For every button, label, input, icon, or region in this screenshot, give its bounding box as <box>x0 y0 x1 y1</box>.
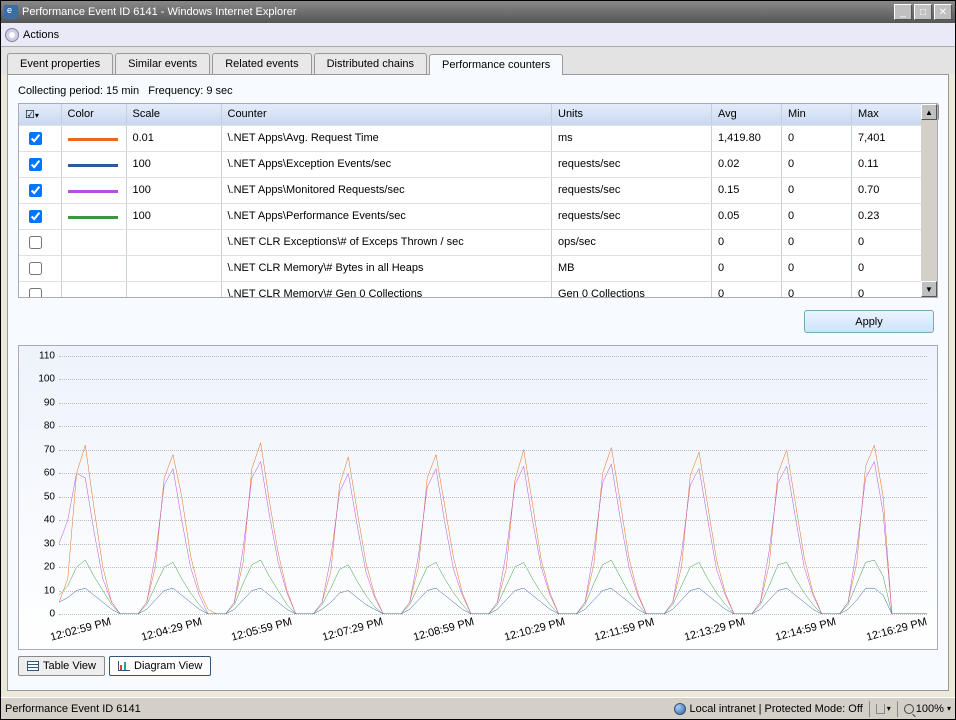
ie-icon <box>4 5 18 19</box>
col-min[interactable]: Min <box>782 104 852 125</box>
table-row[interactable]: 0.01\.NET Apps\Avg. Request Timems1,419.… <box>19 125 937 151</box>
col-scale[interactable]: Scale <box>126 104 221 125</box>
diagram-view-button[interactable]: Diagram View <box>109 656 211 676</box>
table-row[interactable]: \.NET CLR Memory\# Gen 0 CollectionsGen … <box>19 281 937 298</box>
actions-label[interactable]: Actions <box>23 29 59 41</box>
table-row[interactable]: 100\.NET Apps\Exception Events/secreques… <box>19 151 937 177</box>
col-counter[interactable]: Counter <box>221 104 552 125</box>
row-checkbox[interactable] <box>29 236 42 249</box>
close-button[interactable]: ✕ <box>934 4 952 20</box>
lock-icon[interactable] <box>876 704 885 714</box>
table-row[interactable]: 100\.NET Apps\Monitored Requests/secrequ… <box>19 177 937 203</box>
table-row[interactable]: \.NET CLR Memory\# Bytes in all HeapsMB0… <box>19 255 937 281</box>
scroll-down-icon[interactable]: ▼ <box>921 281 937 297</box>
tab-similar-events[interactable]: Similar events <box>115 53 210 74</box>
tab-event-properties[interactable]: Event properties <box>7 53 113 74</box>
row-checkbox[interactable] <box>29 132 42 145</box>
row-checkbox[interactable] <box>29 158 42 171</box>
gear-icon <box>5 28 19 42</box>
color-swatch <box>68 190 118 193</box>
col-units[interactable]: Units <box>552 104 712 125</box>
color-swatch <box>68 164 118 167</box>
table-view-icon <box>27 661 39 671</box>
tab-performance-counters[interactable]: Performance counters <box>429 54 563 75</box>
chart-area: 0102030405060708090100110 12:02:59 PM12:… <box>18 345 938 650</box>
status-mode: Local intranet | Protected Mode: Off <box>690 703 863 715</box>
window-titlebar: Performance Event ID 6141 - Windows Inte… <box>1 1 955 23</box>
tab-panel: Collecting period: 15 min Frequency: 9 s… <box>7 74 949 691</box>
col-color[interactable]: Color <box>61 104 126 125</box>
table-view-button[interactable]: Table View <box>18 656 105 676</box>
status-zoom: 100% <box>916 703 944 715</box>
color-swatch <box>68 216 118 219</box>
tab-row: Event properties Similar events Related … <box>1 47 955 74</box>
zoom-drop-icon[interactable]: ▾ <box>947 704 951 713</box>
window-title: Performance Event ID 6141 - Windows Inte… <box>22 6 297 18</box>
table-row[interactable]: \.NET CLR Exceptions\# of Exceps Thrown … <box>19 229 937 255</box>
row-checkbox[interactable] <box>29 288 42 299</box>
status-left: Performance Event ID 6141 <box>5 703 141 715</box>
row-checkbox[interactable] <box>29 210 42 223</box>
zoom-icon[interactable] <box>904 704 914 714</box>
collecting-info: Collecting period: 15 min Frequency: 9 s… <box>18 85 938 97</box>
globe-icon <box>674 703 686 715</box>
table-scrollbar[interactable]: ▲ ▼ <box>921 104 937 297</box>
row-checkbox[interactable] <box>29 184 42 197</box>
minimize-button[interactable]: _ <box>894 4 912 20</box>
counter-table: ☑▾ Color Scale Counter Units Avg Min Max… <box>19 104 937 298</box>
col-avg[interactable]: Avg <box>712 104 782 125</box>
actions-toolbar: Actions <box>1 23 955 47</box>
counter-table-wrap: ☑▾ Color Scale Counter Units Avg Min Max… <box>18 103 938 298</box>
statusbar: Performance Event ID 6141 Local intranet… <box>1 697 955 719</box>
scroll-up-icon[interactable]: ▲ <box>921 104 937 120</box>
tab-distributed-chains[interactable]: Distributed chains <box>314 53 427 74</box>
apply-button[interactable]: Apply <box>804 310 934 333</box>
row-checkbox[interactable] <box>29 262 42 275</box>
col-check[interactable]: ☑▾ <box>19 104 61 125</box>
maximize-button[interactable]: □ <box>914 4 932 20</box>
tab-related-events[interactable]: Related events <box>212 53 311 74</box>
table-row[interactable]: 100\.NET Apps\Performance Events/secrequ… <box>19 203 937 229</box>
color-swatch <box>68 138 118 141</box>
diagram-view-icon <box>118 661 130 671</box>
